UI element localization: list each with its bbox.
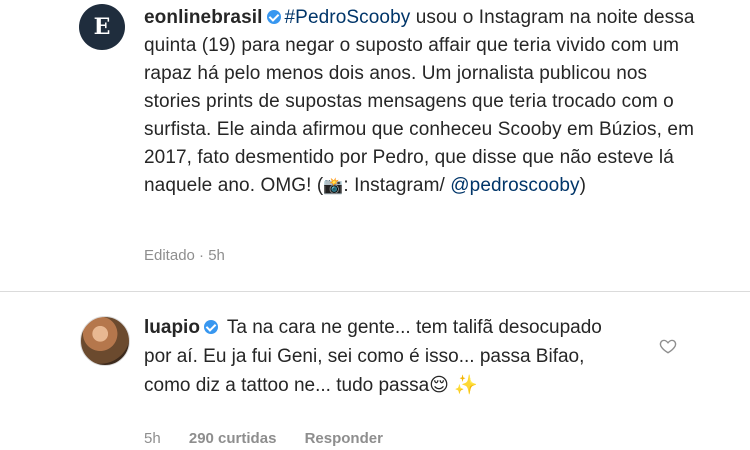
heart-icon[interactable] <box>659 337 677 355</box>
comment-text-block: luapio Ta na cara ne gente... tem talifã… <box>144 313 624 400</box>
meta-dot: · <box>199 247 205 264</box>
post-meta: Editado · 5h <box>144 247 225 264</box>
comment-avatar[interactable] <box>80 316 130 366</box>
likes-count[interactable]: 290 curtidas <box>189 430 277 447</box>
post-caption: eonlinebrasil #PedroScooby usou o Instagr… <box>144 4 704 201</box>
edited-label: Editado <box>144 247 195 264</box>
post-avatar[interactable]: E <box>79 4 125 50</box>
caption-tail: : Instagram/ <box>343 175 445 196</box>
caption-close: ) <box>579 175 587 196</box>
mention-link[interactable]: @pedroscooby <box>450 175 579 196</box>
comment-meta: 5h 290 curtidas Responder <box>144 430 407 447</box>
caption-text: usou o Instagram na noite dessa quinta (… <box>144 7 695 196</box>
comment-username[interactable]: luapio <box>144 317 200 338</box>
post-time: 5h <box>208 247 225 264</box>
camera-icon: 📸 <box>323 178 344 195</box>
reply-button[interactable]: Responder <box>305 430 383 447</box>
e-logo-icon: E <box>93 14 111 40</box>
post-username[interactable]: eonlinebrasil <box>144 7 263 28</box>
verified-icon <box>266 10 281 24</box>
divider <box>0 291 750 292</box>
verified-icon <box>203 320 218 334</box>
hashtag-link[interactable]: #PedroScooby <box>285 7 411 28</box>
comment-time: 5h <box>144 430 161 447</box>
